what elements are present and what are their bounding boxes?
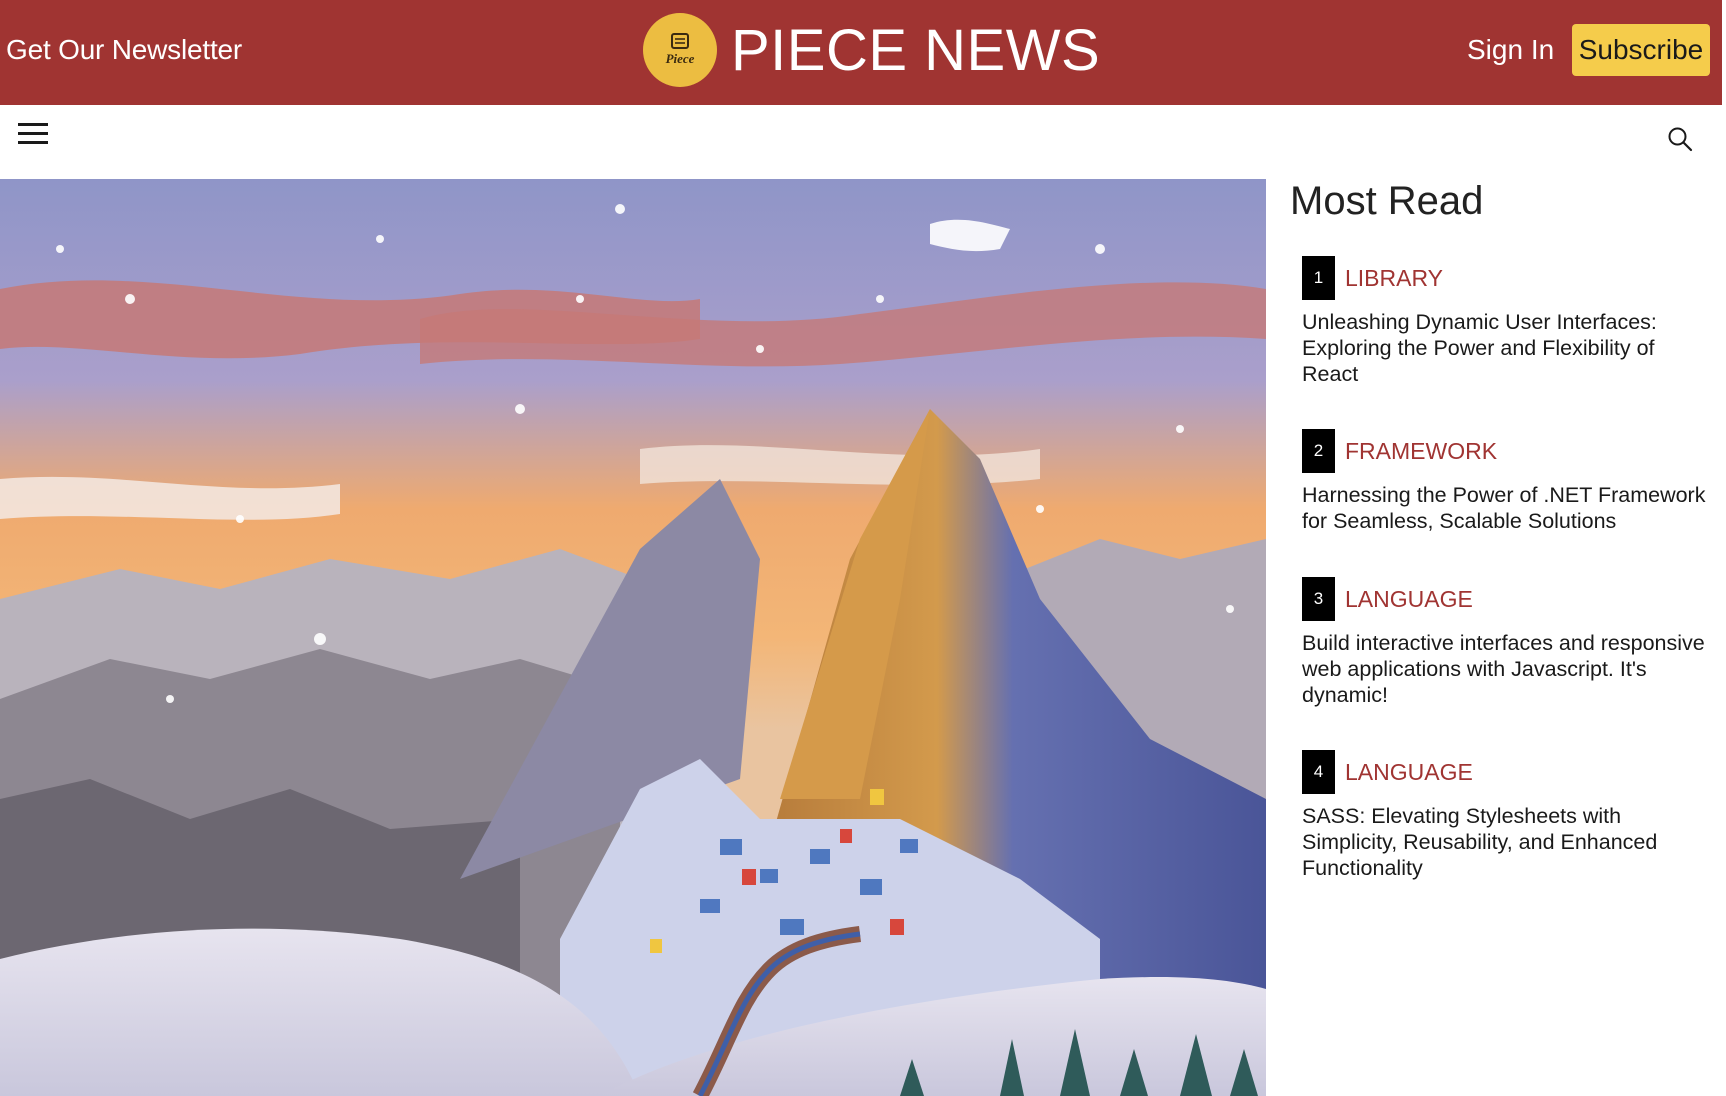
logo-badge-icon: Piece	[643, 13, 717, 87]
mountain-village-illustration	[0, 179, 1266, 1096]
most-read-sidebar: Most Read 1 LIBRARY Unleashing Dynamic U…	[1266, 179, 1726, 1096]
navigation-bar	[0, 105, 1722, 179]
brand-name: PIECE NEWS	[731, 17, 1101, 83]
most-read-heading: Most Read	[1290, 179, 1484, 223]
newspaper-icon: Piece	[666, 33, 695, 66]
category-label[interactable]: LANGUAGE	[1345, 759, 1473, 786]
most-read-item[interactable]: 4 LANGUAGE SASS: Elevating Stylesheets w…	[1302, 750, 1712, 881]
rank-badge: 1	[1302, 256, 1335, 300]
rank-row: 4 LANGUAGE	[1302, 750, 1712, 794]
logo-text: Piece	[666, 51, 695, 66]
subscribe-button[interactable]: Subscribe	[1572, 24, 1710, 76]
hamburger-menu-icon[interactable]	[16, 119, 50, 149]
article-title[interactable]: Harnessing the Power of .NET Framework f…	[1302, 482, 1712, 534]
category-label[interactable]: FRAMEWORK	[1345, 438, 1497, 465]
article-title[interactable]: SASS: Elevating Stylesheets with Simplic…	[1302, 803, 1712, 881]
rank-badge: 3	[1302, 577, 1335, 621]
article-title[interactable]: Unleashing Dynamic User Interfaces: Expl…	[1302, 309, 1712, 387]
most-read-item[interactable]: 3 LANGUAGE Build interactive interfaces …	[1302, 577, 1712, 708]
rank-row: 3 LANGUAGE	[1302, 577, 1712, 621]
newsletter-link[interactable]: Get Our Newsletter	[6, 34, 242, 66]
rank-badge: 2	[1302, 429, 1335, 473]
most-read-item[interactable]: 1 LIBRARY Unleashing Dynamic User Interf…	[1302, 256, 1712, 387]
hero-image[interactable]	[0, 179, 1266, 1096]
rank-row: 1 LIBRARY	[1302, 256, 1712, 300]
sign-in-link[interactable]: Sign In	[1467, 34, 1554, 66]
rank-badge: 4	[1302, 750, 1335, 794]
search-icon[interactable]	[1666, 125, 1694, 153]
top-header-bar: Get Our Newsletter Piece PIECE NEWS Sign…	[0, 0, 1722, 105]
most-read-item[interactable]: 2 FRAMEWORK Harnessing the Power of .NET…	[1302, 429, 1712, 534]
category-label[interactable]: LANGUAGE	[1345, 586, 1473, 613]
brand-logo[interactable]: Piece PIECE NEWS	[643, 12, 1100, 88]
article-title[interactable]: Build interactive interfaces and respons…	[1302, 630, 1712, 708]
category-label[interactable]: LIBRARY	[1345, 265, 1443, 292]
rank-row: 2 FRAMEWORK	[1302, 429, 1712, 473]
